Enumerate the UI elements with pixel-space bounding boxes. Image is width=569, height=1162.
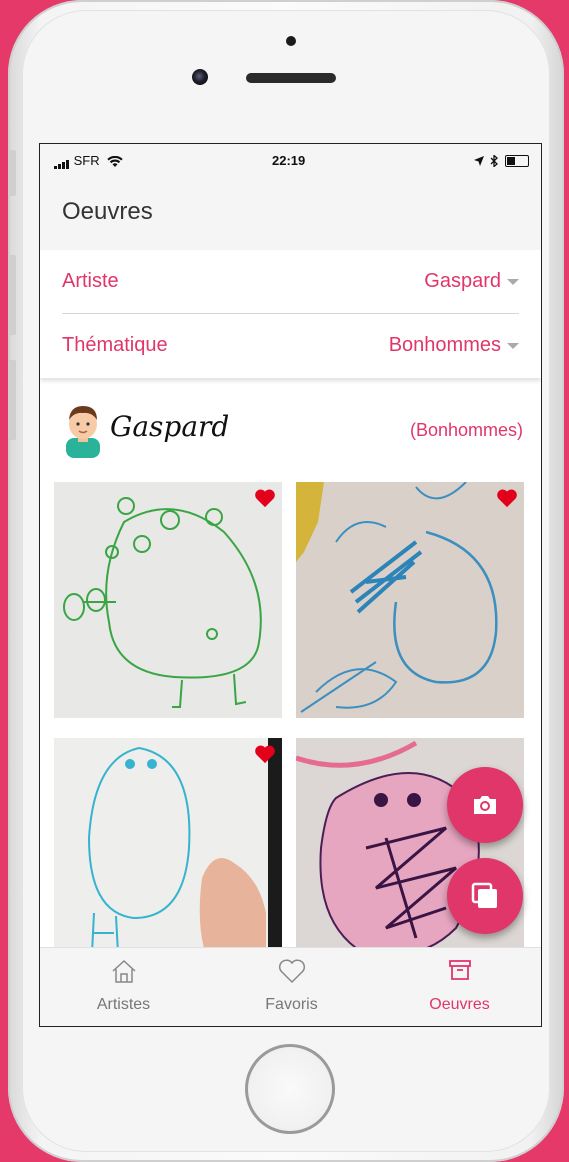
home-button[interactable] xyxy=(245,1044,335,1134)
tab-label: Artistes xyxy=(96,996,151,1013)
tab-oeuvres[interactable]: Oeuvres xyxy=(376,948,541,1026)
theme-filter-value: Bonhommes xyxy=(388,334,501,356)
artwork-card[interactable] xyxy=(54,738,282,974)
favorite-heart-icon[interactable] xyxy=(254,488,276,508)
camera-button[interactable] xyxy=(447,767,523,843)
artist-name: Gaspard xyxy=(110,410,230,443)
status-bar: SFR 22:19 xyxy=(40,144,541,178)
app-screen: SFR 22:19 Oeuvres Artiste Gaspard Thémat… xyxy=(39,143,542,1027)
tab-artistes[interactable]: Artistes xyxy=(40,948,207,1026)
heart-outline-icon xyxy=(278,959,305,984)
status-time: 22:19 xyxy=(272,153,306,168)
artwork-image xyxy=(296,482,524,718)
gallery-button[interactable] xyxy=(447,858,523,934)
camera-icon xyxy=(474,796,496,814)
wifi-icon xyxy=(107,155,123,167)
avatar xyxy=(66,406,100,458)
page-title: Oeuvres xyxy=(62,198,153,225)
artist-header: Gaspard (Bonhommes) xyxy=(40,394,541,464)
volume-up-button xyxy=(8,255,16,335)
gallery-icon xyxy=(471,882,497,908)
mute-switch xyxy=(8,150,16,196)
theme-filter[interactable]: Thématique Bonhommes xyxy=(62,314,519,377)
artist-filter-label: Artiste xyxy=(62,270,119,292)
proximity-sensor xyxy=(286,36,296,46)
app-bar: Oeuvres xyxy=(40,178,541,250)
location-icon xyxy=(473,155,484,166)
artist-filter[interactable]: Artiste Gaspard xyxy=(62,250,519,314)
tab-favoris[interactable]: Favoris xyxy=(208,948,375,1026)
bottom-tab-bar: Artistes Favoris Oeuvres xyxy=(40,947,541,1026)
tab-label: Favoris xyxy=(265,996,318,1013)
status-right xyxy=(473,152,529,168)
signal-icon xyxy=(54,154,70,170)
artwork-card[interactable] xyxy=(54,482,282,718)
volume-down-button xyxy=(8,360,16,440)
carrier-info: SFR xyxy=(54,153,123,170)
artwork-image xyxy=(54,482,282,718)
carrier-name: SFR xyxy=(73,153,100,168)
earpiece-speaker xyxy=(246,73,336,83)
archive-icon xyxy=(448,960,471,980)
filter-panel: Artiste Gaspard Thématique Bonhommes xyxy=(40,250,541,378)
tab-label: Oeuvres xyxy=(429,996,490,1013)
artwork-image xyxy=(54,738,282,974)
bluetooth-icon xyxy=(490,153,499,168)
home-icon xyxy=(111,959,136,983)
favorite-heart-icon[interactable] xyxy=(254,744,276,764)
favorite-heart-icon[interactable] xyxy=(496,488,518,508)
dropdown-arrow-icon xyxy=(507,279,519,285)
theme-tag: (Bonhommes) xyxy=(409,420,523,440)
front-camera xyxy=(192,69,208,85)
artwork-card[interactable] xyxy=(296,482,524,718)
dropdown-arrow-icon xyxy=(507,343,519,349)
artist-filter-value: Gaspard xyxy=(424,270,501,292)
theme-filter-label: Thématique xyxy=(62,334,168,356)
battery-icon xyxy=(505,154,529,167)
